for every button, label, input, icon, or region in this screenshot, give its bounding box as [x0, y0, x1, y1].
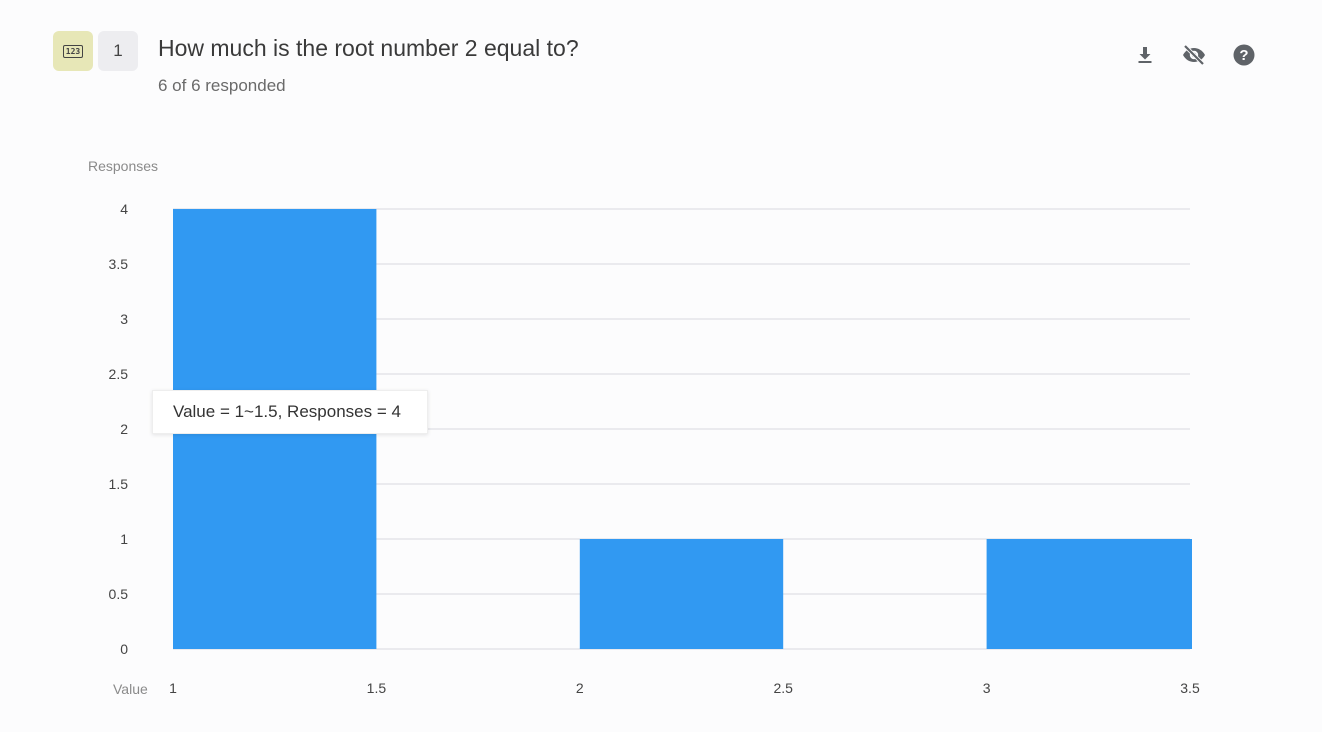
- bar[interactable]: [579, 539, 784, 649]
- x-tick-label: 2.5: [773, 680, 793, 696]
- x-axis-title: Value: [113, 681, 148, 697]
- histogram-chart: 0 0.5 1 1.5 2 2.5 3 3.5 4 1 1.5 2 2.5 3 3.5 Responses…: [88, 158, 1200, 697]
- y-axis-title: Responses: [88, 158, 158, 174]
- x-tick-label: 1: [169, 680, 177, 696]
- y-tick-label: 3.5: [109, 256, 129, 272]
- x-tick-labels: 1 1.5 2 2.5 3 3.5: [169, 680, 1200, 696]
- y-tick-label: 1: [120, 531, 128, 547]
- x-tick-label: 1.5: [367, 680, 387, 696]
- x-tick-label: 2: [576, 680, 584, 696]
- x-tick-label: 3: [983, 680, 991, 696]
- tooltip-text: Value = 1~1.5, Responses = 4: [173, 402, 401, 421]
- y-tick-label: 0.5: [109, 586, 129, 602]
- chart-tooltip: Value = 1~1.5, Responses = 4: [152, 390, 428, 434]
- y-tick-label: 2: [120, 421, 128, 437]
- bar[interactable]: [986, 539, 1192, 649]
- y-tick-label: 4: [120, 201, 128, 217]
- x-tick-label: 3.5: [1180, 680, 1200, 696]
- y-tick-label: 3: [120, 311, 128, 327]
- y-tick-label: 0: [120, 641, 128, 657]
- y-tick-label: 1.5: [109, 476, 129, 492]
- y-tick-label: 2.5: [109, 366, 129, 382]
- y-tick-labels: 0 0.5 1 1.5 2 2.5 3 3.5 4: [109, 201, 129, 657]
